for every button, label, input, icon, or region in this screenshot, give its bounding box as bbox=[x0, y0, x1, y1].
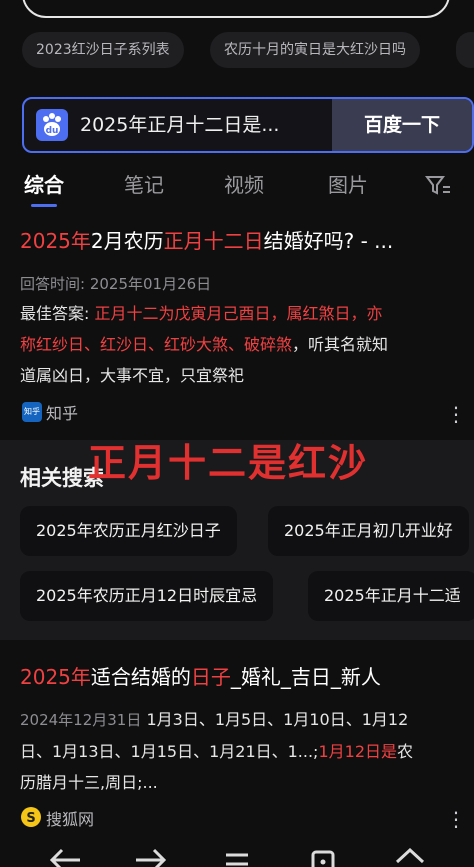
related-search-chip[interactable]: 2025年农历正月12日时辰宜忌 bbox=[20, 571, 274, 621]
result-title-text: _婚礼_吉日_新人 bbox=[230, 665, 381, 689]
result-title-text: 适合结婚的 bbox=[90, 665, 191, 689]
result-title-highlight: 日子 bbox=[190, 665, 231, 689]
answer-time: 回答时间: 2025年01月26日 bbox=[20, 275, 212, 293]
snippet-highlight: 称红纱日、红沙日、红砂大煞、破碎煞 bbox=[20, 335, 293, 354]
sohu-icon: S bbox=[21, 807, 41, 827]
filter-icon[interactable] bbox=[425, 175, 451, 197]
svg-text:S: S bbox=[26, 811, 35, 826]
result-snippet: 2024年12月31日 1月3日、1月5日、1月10日、1月12 日、1月13日… bbox=[20, 704, 460, 798]
search-box[interactable]: du 2025年正月十二日是... 百度一下 bbox=[22, 97, 474, 153]
suggestion-chip-overflow[interactable] bbox=[456, 32, 474, 68]
snippet-text: 1月3日、1月5日、1月10日、1月12 bbox=[146, 710, 409, 729]
home-icon[interactable] bbox=[394, 848, 426, 867]
snippet-highlight: 正月十二为戊寅月己酉日，属红煞日，亦 bbox=[94, 304, 383, 323]
forward-arrow-icon[interactable] bbox=[134, 848, 168, 867]
snippet-text: 道属凶日，大事不宜，只宜祭祀 bbox=[20, 366, 245, 385]
tab-notes[interactable]: 笔记 bbox=[124, 170, 164, 200]
more-options-icon[interactable]: ⋮ bbox=[446, 809, 466, 829]
snippet-highlight: 1月12日是 bbox=[318, 742, 397, 761]
tab-all[interactable]: 综合 bbox=[24, 170, 64, 200]
result-title-highlight: 2025年 bbox=[20, 665, 91, 689]
result-title-text: 2月农历 bbox=[90, 229, 164, 253]
top-search-field[interactable] bbox=[22, 0, 450, 18]
result-title-highlight: 正月十二日 bbox=[163, 229, 264, 253]
snippet-text: ，听其名就知 bbox=[292, 335, 389, 354]
result-snippet: 最佳答案: 正月十二为戊寅月己酉日，属红煞日，亦 称红纱日、红沙日、红砂大煞、破… bbox=[20, 298, 460, 391]
result-title[interactable]: 2025年适合结婚的日子_婚礼_吉日_新人 bbox=[20, 662, 381, 692]
result-source[interactable]: 搜狐网 bbox=[46, 806, 94, 830]
snippet-text: 日、1月13日、1月15日、1月21日、1...; bbox=[20, 742, 319, 761]
suggestion-chip[interactable]: 农历十月的寅日是大红沙日吗 bbox=[210, 32, 420, 68]
tabs-icon[interactable] bbox=[310, 850, 336, 867]
overlay-annotation: 正月十二是红沙 bbox=[88, 441, 369, 485]
zhihu-icon: 知乎 bbox=[22, 402, 42, 422]
related-search-chip[interactable]: 2025年农历正月红沙日子 bbox=[20, 506, 237, 556]
back-arrow-icon[interactable] bbox=[48, 848, 82, 867]
result-title-highlight: 2025年 bbox=[20, 229, 91, 253]
svg-text:du: du bbox=[46, 126, 59, 136]
tab-images[interactable]: 图片 bbox=[328, 170, 368, 200]
search-button[interactable]: 百度一下 bbox=[332, 99, 472, 151]
snippet-text: 历腊月十三,周日;... bbox=[20, 773, 158, 792]
related-search-chip[interactable]: 2025年正月初几开业好 bbox=[268, 506, 469, 556]
suggestion-chip[interactable]: 2023红沙日子系列表 bbox=[22, 32, 184, 68]
best-answer-label: 最佳答案: bbox=[20, 304, 90, 323]
snippet-text: 农 bbox=[397, 742, 414, 761]
search-query[interactable]: 2025年正月十二日是... bbox=[80, 99, 279, 151]
result-date: 2024年12月31日 bbox=[20, 711, 142, 729]
result-source[interactable]: 知乎 bbox=[46, 400, 78, 424]
baidu-paw-icon: du bbox=[36, 109, 68, 141]
more-options-icon[interactable]: ⋮ bbox=[446, 404, 466, 424]
result-title-text: 结婚好吗? - ... bbox=[263, 229, 394, 253]
related-search-chip[interactable]: 2025年正月十二适 bbox=[308, 571, 474, 621]
tab-video[interactable]: 视频 bbox=[224, 170, 264, 200]
active-tab-indicator bbox=[31, 204, 57, 207]
menu-icon[interactable] bbox=[224, 852, 250, 867]
result-title[interactable]: 2025年2月农历正月十二日结婚好吗? - ... bbox=[20, 226, 393, 256]
